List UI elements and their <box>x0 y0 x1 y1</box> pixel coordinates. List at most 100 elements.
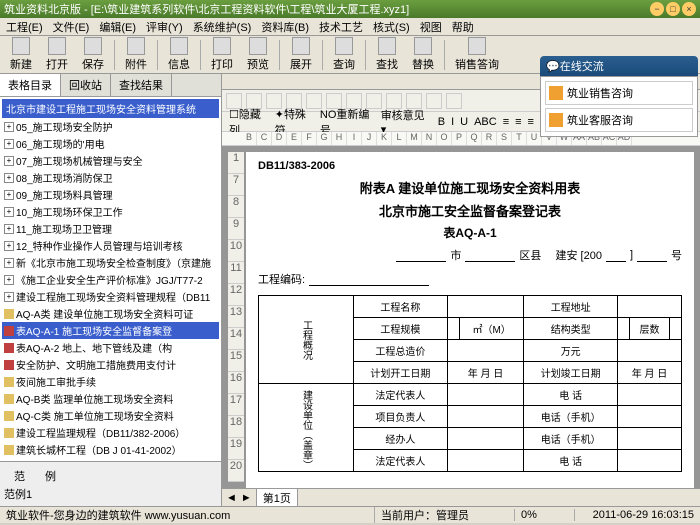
open-icon <box>48 37 66 55</box>
tree-item[interactable]: 表AQ-A-2 地上、地下管线及建（构 <box>2 339 219 356</box>
format-button[interactable]: ≡ <box>525 116 537 128</box>
page-indicator[interactable]: 第1页 <box>256 488 298 507</box>
chat-service-button[interactable]: 筑业客服咨询 <box>545 108 693 132</box>
tree-item[interactable]: 06_施工现场的'用电 <box>2 135 219 152</box>
tree-item[interactable]: 新《北京市施工现场安全检查制度》（京建施 <box>2 254 219 271</box>
tab-recycle[interactable]: 回收站 <box>61 74 111 96</box>
expand-button[interactable]: 展开 <box>284 36 318 73</box>
menu-system[interactable]: 系统维护(S) <box>191 19 254 35</box>
tree-item[interactable]: 北京市建筑工程施工安全监督用表 <box>2 458 219 461</box>
tree-item[interactable]: 07_施工现场机械管理与安全 <box>2 152 219 169</box>
new-icon <box>12 37 30 55</box>
status-percent: 0% <box>514 509 574 521</box>
tree-item[interactable]: 09_施工现场料具管理 <box>2 186 219 203</box>
tree-item[interactable]: 安全防护、文明施工措施费用支付计 <box>2 356 219 373</box>
document-page: DB11/383-2006 附表A 建设单位施工现场安全资料用表 北京市施工安全… <box>246 152 694 488</box>
tree-item[interactable]: AQ-C类 施工单位施工现场安全资料 <box>2 407 219 424</box>
project-code-label: 工程编码: <box>258 271 305 287</box>
info-button[interactable]: 信息 <box>162 36 196 73</box>
tree-item[interactable]: 建设工程监理规程（DB11/382-2006） <box>2 424 219 441</box>
maximize-button[interactable]: □ <box>666 2 680 16</box>
preview-button[interactable]: 预览 <box>241 36 275 73</box>
menu-library[interactable]: 资料库(B) <box>259 19 311 35</box>
attach-icon <box>127 37 145 55</box>
sidebar-tabs: 表格目录 回收站 查找结果 <box>0 74 221 97</box>
tree-item[interactable]: 12_特种作业操作人员管理与培训考核 <box>2 237 219 254</box>
doc-title-1: 附表A 建设单位施工现场安全资料用表 <box>258 178 682 197</box>
menu-review[interactable]: 评审(Y) <box>144 19 185 35</box>
tab-results[interactable]: 查找结果 <box>111 74 172 96</box>
save-button[interactable]: 保存 <box>76 36 110 73</box>
replace-button[interactable]: 替换 <box>406 36 440 73</box>
menu-file[interactable]: 文件(E) <box>51 19 92 35</box>
save-icon <box>84 37 102 55</box>
window-title: 筑业资料北京版 - [E:\筑业建筑系列软件\北京工程资料软件\工程\筑业大厦工… <box>4 1 650 17</box>
editor-area: ☐隐藏列 ✦特殊符 NO重新编号 审核意见 ▾ BIUABC≡≡≡≡AAABAC… <box>222 74 700 506</box>
format-button[interactable]: B <box>435 116 448 128</box>
menu-tech[interactable]: 技术工艺 <box>317 19 365 35</box>
doc-title-2: 北京市施工安全监督备案登记表 <box>258 201 682 220</box>
document-viewport[interactable]: 17891011121314151617181920 DB11/383-2006… <box>222 146 700 488</box>
replace-icon <box>414 37 432 55</box>
format-button[interactable]: ≡ <box>500 116 512 128</box>
tree-root[interactable]: 北京市建设工程施工现场安全资料管理系统 <box>2 99 219 118</box>
menu-help[interactable]: 帮助 <box>450 19 476 35</box>
new-button[interactable]: 新建 <box>4 36 38 73</box>
tree-item[interactable]: AQ-A类 建设单位施工现场安全资料可证 <box>2 305 219 322</box>
preview-icon <box>249 37 267 55</box>
print-button[interactable]: 打印 <box>205 36 239 73</box>
project-code-field[interactable] <box>309 272 429 286</box>
tree-item[interactable]: 夜间施工审批手续 <box>2 373 219 390</box>
ed-btn[interactable] <box>446 93 462 109</box>
chat-header: 💬 在线交流 <box>540 56 698 76</box>
menu-format[interactable]: 核式(S) <box>371 19 412 35</box>
find-button[interactable]: 查找 <box>370 36 404 73</box>
page-bar: ◄ ► 第1页 <box>222 488 700 506</box>
tree-item[interactable]: 建设工程施工现场安全资料管理规程（DB11 <box>2 288 219 305</box>
chat-sales-button[interactable]: 筑业销售咨询 <box>545 81 693 105</box>
sidebar-footer: 范例 范例1 <box>0 461 221 506</box>
tree-view[interactable]: 北京市建设工程施工现场安全资料管理系统 05_施工现场安全防护06_施工现场的'… <box>0 97 221 461</box>
menu-bar: 工程(E) 文件(E) 编辑(E) 评审(Y) 系统维护(S) 资料库(B) 技… <box>0 18 700 36</box>
format-button[interactable]: ABC <box>471 116 500 128</box>
open-button[interactable]: 打开 <box>40 36 74 73</box>
close-button[interactable]: × <box>682 2 696 16</box>
tree-item[interactable]: 05_施工现场安全防护 <box>2 118 219 135</box>
tree-item[interactable]: 建筑长城杯工程（DB J 01-41-2002） <box>2 441 219 458</box>
prev-page-button[interactable]: ◄ <box>226 492 237 504</box>
status-brand: 筑业软件-您身边的建筑软件 www.yusuan.com <box>6 507 374 523</box>
sales-button[interactable]: 销售答询 <box>449 36 505 73</box>
minimize-button[interactable]: − <box>650 2 664 16</box>
person-icon <box>549 86 563 100</box>
tree-item[interactable]: AQ-B类 监理单位施工现场安全资料 <box>2 390 219 407</box>
menu-project[interactable]: 工程(E) <box>4 19 45 35</box>
query-button[interactable]: 查询 <box>327 36 361 73</box>
form-table: 工程概况 工程名称工程地址 工程规模㎡（M）结构类型层数 工程总造价万元 计划开… <box>258 295 682 472</box>
tree-item[interactable]: 《施工企业安全生产评价标准》JGJ/T77-2 <box>2 271 219 288</box>
menu-view[interactable]: 视图 <box>418 19 444 35</box>
title-bar: 筑业资料北京版 - [E:\筑业建筑系列软件\北京工程资料软件\工程\筑业大厦工… <box>0 0 700 18</box>
sidebar: 表格目录 回收站 查找结果 北京市建设工程施工现场安全资料管理系统 05_施工现… <box>0 74 222 506</box>
next-page-button[interactable]: ► <box>241 492 252 504</box>
status-datetime: 2011-06-29 16:03:15 <box>574 509 694 521</box>
menu-edit[interactable]: 编辑(E) <box>97 19 138 35</box>
tree-item[interactable]: 10_施工现场环保卫工作 <box>2 203 219 220</box>
info-icon <box>170 37 188 55</box>
attach-button[interactable]: 附件 <box>119 36 153 73</box>
format-button[interactable]: ≡ <box>512 116 524 128</box>
tree-item[interactable]: 08_施工现场消防保卫 <box>2 169 219 186</box>
section-overview: 工程概况 <box>259 296 354 384</box>
window-buttons: − □ × <box>650 2 696 16</box>
person-icon <box>549 113 563 127</box>
format-button[interactable]: U <box>457 116 471 128</box>
tab-catalog[interactable]: 表格目录 <box>0 74 61 96</box>
chat-panel: 💬 在线交流 筑业销售咨询 筑业客服咨询 <box>540 56 698 137</box>
format-button[interactable]: I <box>448 116 457 128</box>
status-user: 当前用户：管理员 <box>374 507 514 523</box>
expand-icon <box>292 37 310 55</box>
sales-icon <box>468 37 486 55</box>
doc-standard-id: DB11/383-2006 <box>258 160 682 172</box>
tree-item[interactable]: 11_施工现场卫卫管理 <box>2 220 219 237</box>
tree-item[interactable]: 表AQ-A-1 施工现场安全监督备案登 <box>2 322 219 339</box>
section-builder: 建设单位（盖章） <box>259 384 354 472</box>
